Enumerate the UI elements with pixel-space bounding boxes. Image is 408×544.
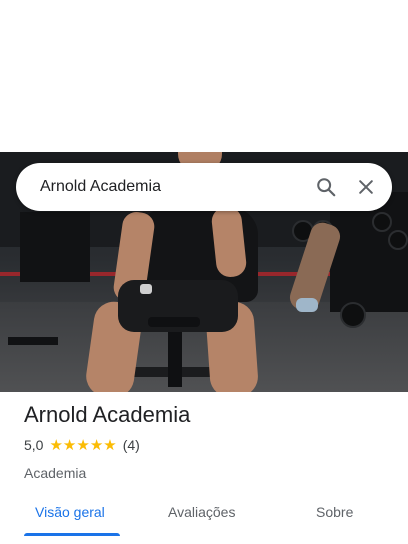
search-input[interactable]: Arnold Academia [40,178,306,196]
map-background [0,0,408,152]
rating-row[interactable]: 5,0 ★ ★ ★ ★ ★ (4) [24,436,140,454]
search-bar[interactable]: Arnold Academia [16,163,392,211]
star-icon: ★ [49,436,63,454]
rating-value: 5,0 [24,437,44,453]
tab-reviews[interactable]: Avaliações [168,504,235,520]
star-icon: ★ [62,436,77,454]
photo-watch [140,284,152,294]
star-icon: ★ [76,436,90,454]
star-icon: ★ [103,436,117,454]
star-rating: ★ ★ ★ ★ ★ [49,438,116,453]
weight-plate [340,302,366,328]
bench-seat [148,317,200,327]
search-icon[interactable] [306,167,346,207]
review-count[interactable]: (4) [123,437,140,453]
active-tab-indicator [24,533,120,536]
gym-rack [20,212,90,282]
place-info-panel: Arnold Academia 5,0 ★ ★ ★ ★ ★ (4) Academia V… [0,392,408,544]
dumbbell [388,230,408,250]
tab-overview[interactable]: Visão geral [35,504,105,520]
tab-about[interactable]: Sobre [316,504,353,520]
close-icon[interactable] [346,167,386,207]
tab-bar: Visão geral Avaliações Sobre [0,500,408,536]
photo-shoe [296,298,318,312]
place-category: Academia [24,465,87,481]
place-title: Arnold Academia [24,402,191,427]
bench-side [8,337,58,345]
bench-post [168,327,182,387]
star-icon: ★ [89,436,104,454]
dumbbell [372,212,392,232]
